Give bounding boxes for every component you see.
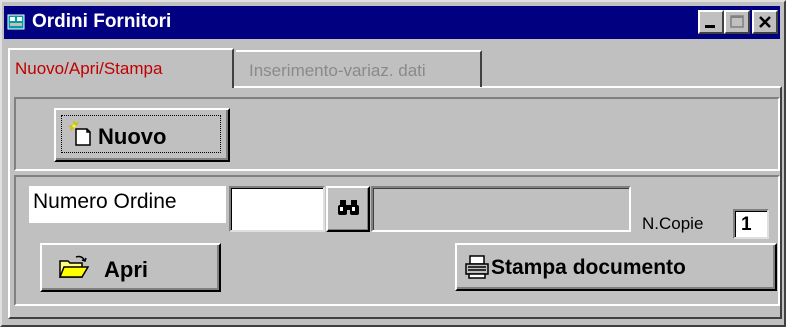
minimize-button[interactable] bbox=[698, 10, 724, 34]
numero-ordine-label: Numero Ordine bbox=[29, 186, 226, 223]
stampa-documento-button[interactable]: Stampa documento bbox=[455, 243, 777, 291]
maximize-button[interactable] bbox=[724, 10, 750, 34]
supplier-description-field bbox=[371, 186, 631, 232]
window-title: Ordini Fornitori bbox=[32, 11, 172, 32]
tab-label: Nuovo/Apri/Stampa bbox=[15, 59, 163, 78]
find-order-button[interactable] bbox=[326, 186, 370, 232]
new-document-icon bbox=[68, 120, 96, 154]
maximize-icon bbox=[730, 15, 744, 28]
minimize-icon bbox=[705, 25, 715, 28]
close-icon bbox=[759, 16, 771, 28]
nuovo-label: Nuovo bbox=[98, 124, 167, 149]
close-button[interactable] bbox=[752, 10, 778, 34]
tab-label: Inserimento-variaz. dati bbox=[249, 61, 426, 80]
nuovo-button[interactable]: Nuovo bbox=[54, 108, 230, 162]
open-folder-icon bbox=[58, 255, 90, 287]
stampa-label: Stampa documento bbox=[491, 256, 686, 279]
title-bar[interactable]: Ordini Fornitori bbox=[4, 6, 780, 39]
apri-label: Apri bbox=[104, 257, 148, 282]
tab-inserimento-dati[interactable]: Inserimento-variaz. dati bbox=[236, 50, 482, 87]
database-window-icon bbox=[7, 13, 27, 33]
copie-input[interactable]: 1 bbox=[733, 209, 769, 239]
numero-ordine-input[interactable] bbox=[229, 186, 325, 232]
printer-icon bbox=[464, 255, 490, 285]
apri-button[interactable]: Apri bbox=[40, 243, 221, 292]
tab-nuovo-apri-stampa[interactable]: Nuovo/Apri/Stampa bbox=[8, 48, 234, 88]
copie-label: N.Copie bbox=[642, 214, 704, 233]
